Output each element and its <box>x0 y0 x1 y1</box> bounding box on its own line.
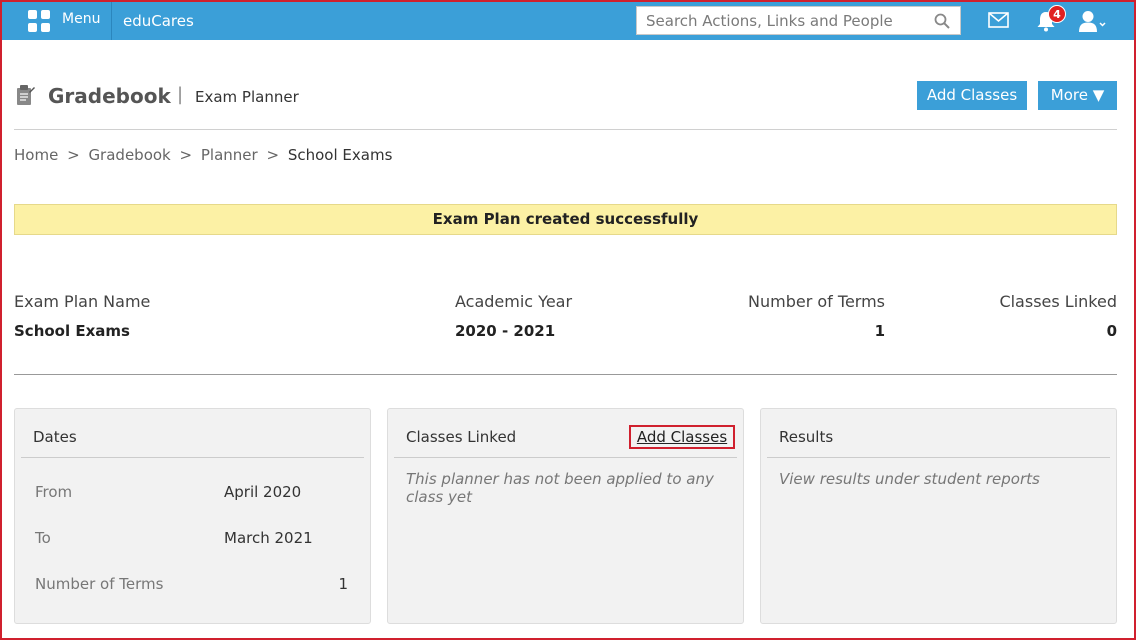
classes-linked-card: Classes Linked Add Classes This planner … <box>387 408 744 624</box>
search-box <box>636 6 961 35</box>
breadcrumb: Home > Gradebook > Planner > School Exam… <box>14 146 392 164</box>
breadcrumb-current: School Exams <box>287 146 393 164</box>
search-input[interactable] <box>637 7 927 34</box>
summary-divider <box>14 374 1117 375</box>
classes-linked-label: Classes Linked <box>999 292 1117 311</box>
from-label: From <box>35 483 73 501</box>
header-divider <box>14 129 1117 130</box>
title-separator: | <box>177 84 184 105</box>
exam-plan-name-label: Exam Plan Name <box>14 292 151 311</box>
search-icon[interactable] <box>934 13 950 29</box>
terms-row-value: 1 <box>338 575 348 593</box>
results-note: View results under student reports <box>779 470 1040 488</box>
classes-card-title: Classes Linked <box>406 428 517 446</box>
results-card-title: Results <box>779 428 834 446</box>
add-classes-link[interactable]: Add Classes <box>629 425 735 449</box>
more-dropdown-button[interactable]: More ▼ <box>1038 81 1117 110</box>
apps-grid-icon <box>28 10 50 32</box>
academic-year-label: Academic Year <box>455 292 573 311</box>
results-card: Results View results under student repor… <box>760 408 1117 624</box>
from-value: April 2020 <box>224 483 302 501</box>
dates-card-title: Dates <box>33 428 77 446</box>
menu-label: Menu <box>62 11 101 27</box>
card-divider <box>767 457 1110 458</box>
success-alert: Exam Plan created successfully <box>14 204 1117 235</box>
user-avatar-icon[interactable] <box>1078 10 1106 32</box>
breadcrumb-home[interactable]: Home <box>14 146 58 164</box>
dates-card: Dates From April 2020 To March 2021 Numb… <box>14 408 371 624</box>
page-title: Gradebook <box>48 84 171 108</box>
card-divider <box>21 457 364 458</box>
breadcrumb-separator: > <box>179 146 193 164</box>
terms-row-label: Number of Terms <box>35 575 164 593</box>
academic-year-value: 2020 - 2021 <box>455 322 556 340</box>
to-label: To <box>35 529 51 547</box>
breadcrumb-separator: > <box>67 146 80 164</box>
gradebook-icon <box>17 85 35 105</box>
classes-empty-text: This planner has not been applied to any… <box>406 470 714 506</box>
top-navbar: Menu eduCares 4 <box>2 2 1134 40</box>
notification-badge: 4 <box>1048 5 1066 23</box>
menu-button[interactable]: Menu <box>16 2 112 40</box>
breadcrumb-planner[interactable]: Planner <box>201 146 258 164</box>
mail-icon[interactable] <box>988 12 1009 28</box>
brand-name[interactable]: eduCares <box>123 12 194 30</box>
breadcrumb-gradebook[interactable]: Gradebook <box>88 146 170 164</box>
to-value: March 2021 <box>224 529 313 547</box>
number-of-terms-label: Number of Terms <box>748 292 885 311</box>
number-of-terms-value: 1 <box>874 322 885 340</box>
page-subtitle: Exam Planner <box>195 88 299 106</box>
add-classes-button[interactable]: Add Classes <box>917 81 1027 110</box>
breadcrumb-separator: > <box>266 146 280 164</box>
classes-linked-value: 0 <box>1106 322 1117 340</box>
exam-plan-name-value: School Exams <box>14 322 130 340</box>
card-divider <box>394 457 737 458</box>
